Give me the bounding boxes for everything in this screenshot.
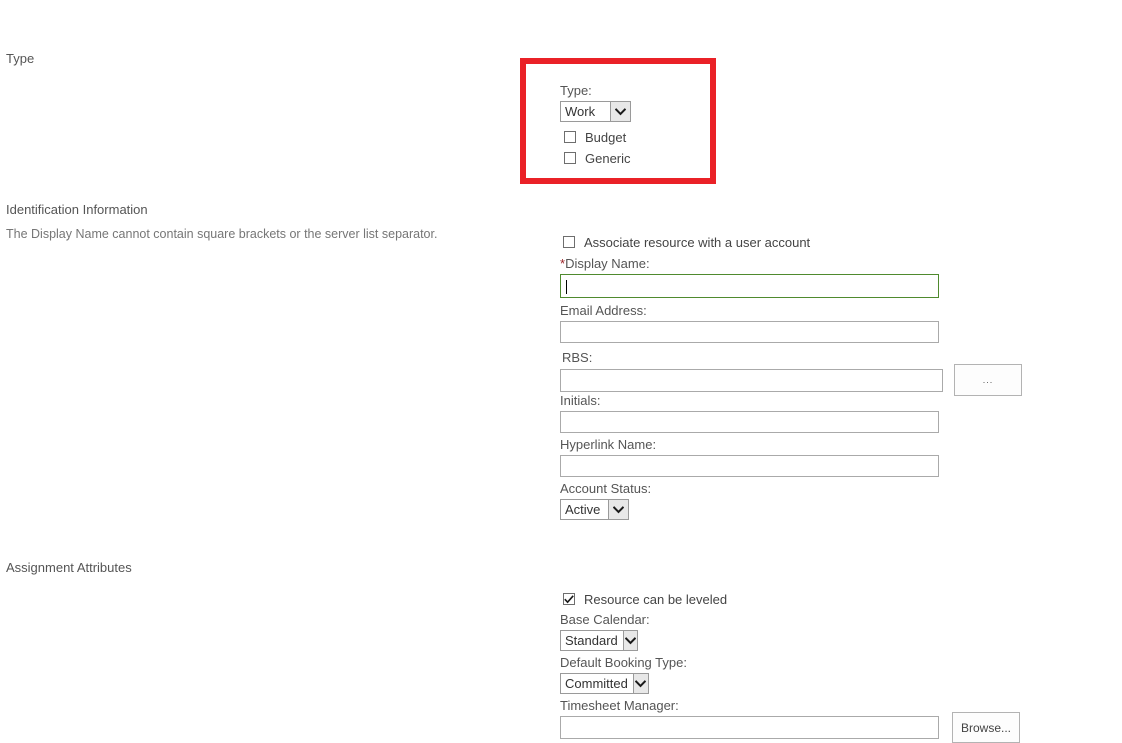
identification-field-group: Associate resource with a user account *… — [560, 233, 1022, 520]
base-calendar-label: Base Calendar: — [560, 612, 650, 627]
display-name-label: *Display Name: — [560, 255, 1022, 273]
rbs-label: RBS: — [562, 350, 593, 365]
budget-checkbox-label: Budget — [585, 129, 627, 145]
account-status-label: Account Status: — [560, 481, 652, 496]
email-address-input[interactable] — [560, 321, 939, 343]
default-booking-type-label: Default Booking Type: — [560, 655, 687, 670]
budget-checkbox[interactable] — [564, 131, 576, 143]
timesheet-manager-browse-button[interactable]: Browse... — [952, 712, 1020, 743]
chevron-down-icon — [608, 500, 628, 519]
chevron-down-icon — [610, 102, 630, 121]
resource-can-be-leveled-checkbox[interactable] — [563, 593, 575, 605]
initials-label: Initials: — [560, 393, 601, 408]
type-field-group: Type: Work Budget Generic — [560, 82, 631, 167]
resource-can-be-leveled-checkbox-row[interactable]: Resource can be leveled — [563, 590, 1020, 608]
base-calendar-select-value: Standard — [561, 631, 623, 650]
generic-checkbox-label: Generic — [585, 150, 631, 166]
type-select-value: Work — [561, 102, 610, 121]
generic-checkbox[interactable] — [564, 152, 576, 164]
resource-can-be-leveled-checkbox-label: Resource can be leveled — [584, 591, 728, 607]
section-heading-identification-information: Identification Information — [6, 202, 148, 217]
account-status-select-value: Active — [561, 500, 608, 519]
rbs-browse-button[interactable]: ... — [954, 364, 1022, 396]
default-booking-type-select-value: Committed — [561, 674, 633, 693]
chevron-down-icon — [622, 631, 637, 650]
type-select[interactable]: Work — [560, 101, 631, 122]
section-heading-assignment-attributes: Assignment Attributes — [6, 560, 132, 575]
email-address-label: Email Address: — [560, 303, 647, 318]
assignment-field-group: Resource can be leveled Base Calendar: S… — [560, 590, 1020, 743]
section-heading-type: Type — [6, 51, 35, 66]
identification-hint-text: The Display Name cannot contain square b… — [6, 227, 438, 241]
budget-checkbox-row[interactable]: Budget — [564, 128, 631, 146]
display-name-input[interactable] — [560, 274, 939, 298]
account-status-select[interactable]: Active — [560, 499, 629, 520]
timesheet-manager-input[interactable] — [560, 716, 939, 739]
display-name-label-text: Display Name: — [565, 256, 650, 271]
type-label: Type: — [560, 83, 592, 98]
text-caret — [566, 280, 567, 294]
default-booking-type-select[interactable]: Committed — [560, 673, 649, 694]
base-calendar-select[interactable]: Standard — [560, 630, 638, 651]
associate-resource-checkbox[interactable] — [563, 236, 575, 248]
hyperlink-name-label: Hyperlink Name: — [560, 437, 657, 452]
chevron-down-icon — [632, 674, 648, 693]
initials-input[interactable] — [560, 411, 939, 433]
timesheet-manager-label: Timesheet Manager: — [560, 698, 679, 713]
associate-resource-checkbox-row[interactable]: Associate resource with a user account — [563, 233, 1022, 251]
hyperlink-name-input[interactable] — [560, 455, 939, 477]
associate-resource-checkbox-label: Associate resource with a user account — [584, 234, 811, 250]
rbs-input[interactable] — [560, 369, 943, 392]
generic-checkbox-row[interactable]: Generic — [564, 149, 631, 167]
